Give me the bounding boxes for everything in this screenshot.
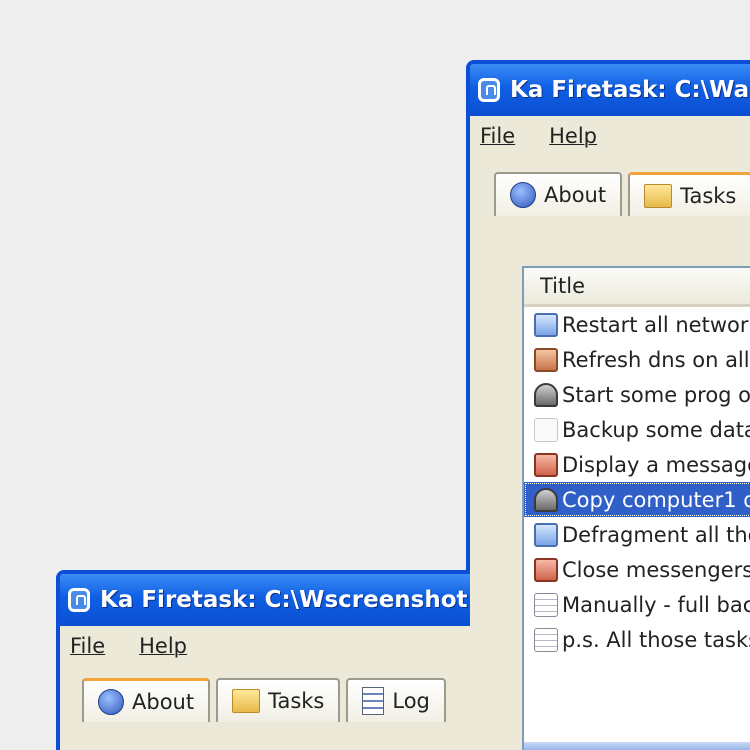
menu-bar: File Help	[470, 116, 750, 156]
title-bar[interactable]: Ka Firetask: C:\Wa	[470, 64, 750, 116]
app-icon	[478, 78, 500, 102]
document-icon	[534, 627, 558, 652]
tab-about[interactable]: About	[82, 678, 211, 722]
network-icon	[534, 312, 558, 337]
task-row[interactable]: Backup some data	[524, 412, 750, 447]
tasks-icon	[644, 183, 673, 208]
blank-icon	[534, 417, 558, 442]
task-title: p.s. All those tasks	[562, 627, 750, 652]
window-title: Ka Firetask: C:\Wscreenshot	[100, 587, 468, 613]
task-row[interactable]: Manually - full back	[524, 587, 750, 622]
task-title: Start some prog on	[562, 382, 750, 407]
window-title: Ka Firetask: C:\Wa	[510, 77, 750, 103]
network-icon	[534, 522, 558, 547]
app-icon	[68, 588, 90, 612]
about-icon	[510, 182, 536, 208]
menu-bar: File Help	[60, 626, 470, 666]
tab-strip: About Tasks Log	[60, 678, 470, 722]
task-row[interactable]: Display a message	[524, 447, 750, 482]
program-icon	[534, 487, 558, 512]
task-row[interactable]: Restart all network	[524, 307, 750, 342]
program-icon	[534, 382, 558, 407]
tab-about-label: About	[132, 689, 195, 714]
title-bar[interactable]: Ka Firetask: C:\Wscreenshot	[60, 574, 470, 626]
tab-tasks[interactable]: Tasks	[628, 172, 750, 216]
task-title: Manually - full back	[562, 592, 750, 617]
tab-tasks-label: Tasks	[268, 689, 325, 713]
task-row[interactable]: Close messengers,	[524, 552, 750, 587]
task-row[interactable]: Defragment all the	[524, 517, 750, 552]
message-icon	[534, 452, 558, 477]
task-title: Close messengers,	[562, 557, 750, 582]
tab-strip: About Tasks	[470, 172, 750, 216]
tab-about-label: About	[544, 183, 607, 207]
tab-tasks[interactable]: Tasks	[216, 678, 341, 722]
horizontal-scrollbar[interactable]	[524, 742, 750, 750]
task-row[interactable]: p.s. All those tasks	[524, 622, 750, 657]
task-row[interactable]: Start some prog on	[524, 377, 750, 412]
tasks-icon	[232, 689, 261, 713]
menu-file[interactable]: File	[480, 124, 515, 148]
column-header-title[interactable]: Title	[524, 268, 750, 307]
column-header-label: Title	[540, 274, 586, 298]
task-title: Display a message	[562, 452, 750, 477]
document-icon	[534, 592, 558, 617]
menu-file[interactable]: File	[70, 634, 105, 658]
firetask-window-large: Ka Firetask: C:\Wa File Help About Tasks…	[466, 60, 750, 750]
about-icon	[98, 688, 124, 715]
task-title: Refresh dns on all	[562, 347, 750, 372]
task-title: Defragment all the	[562, 522, 750, 547]
message-icon	[534, 557, 558, 582]
task-list[interactable]: Title Restart all network Refresh dns on…	[522, 266, 750, 750]
tab-tasks-label: Tasks	[680, 183, 737, 208]
task-title: Copy computer1 d	[562, 487, 750, 512]
task-title: Restart all network	[562, 312, 750, 337]
task-title: Backup some data	[562, 417, 750, 442]
menu-help[interactable]: Help	[549, 124, 597, 148]
tab-log[interactable]: Log	[346, 678, 446, 722]
menu-help[interactable]: Help	[139, 634, 187, 658]
task-row[interactable]: Refresh dns on all	[524, 342, 750, 377]
tab-about[interactable]: About	[494, 172, 623, 216]
refresh-icon	[534, 347, 558, 372]
tab-log-label: Log	[392, 689, 430, 713]
task-row-selected[interactable]: Copy computer1 d	[524, 482, 750, 517]
log-icon	[362, 687, 385, 715]
firetask-window-small: Ka Firetask: C:\Wscreenshot File Help Ab…	[56, 570, 470, 750]
